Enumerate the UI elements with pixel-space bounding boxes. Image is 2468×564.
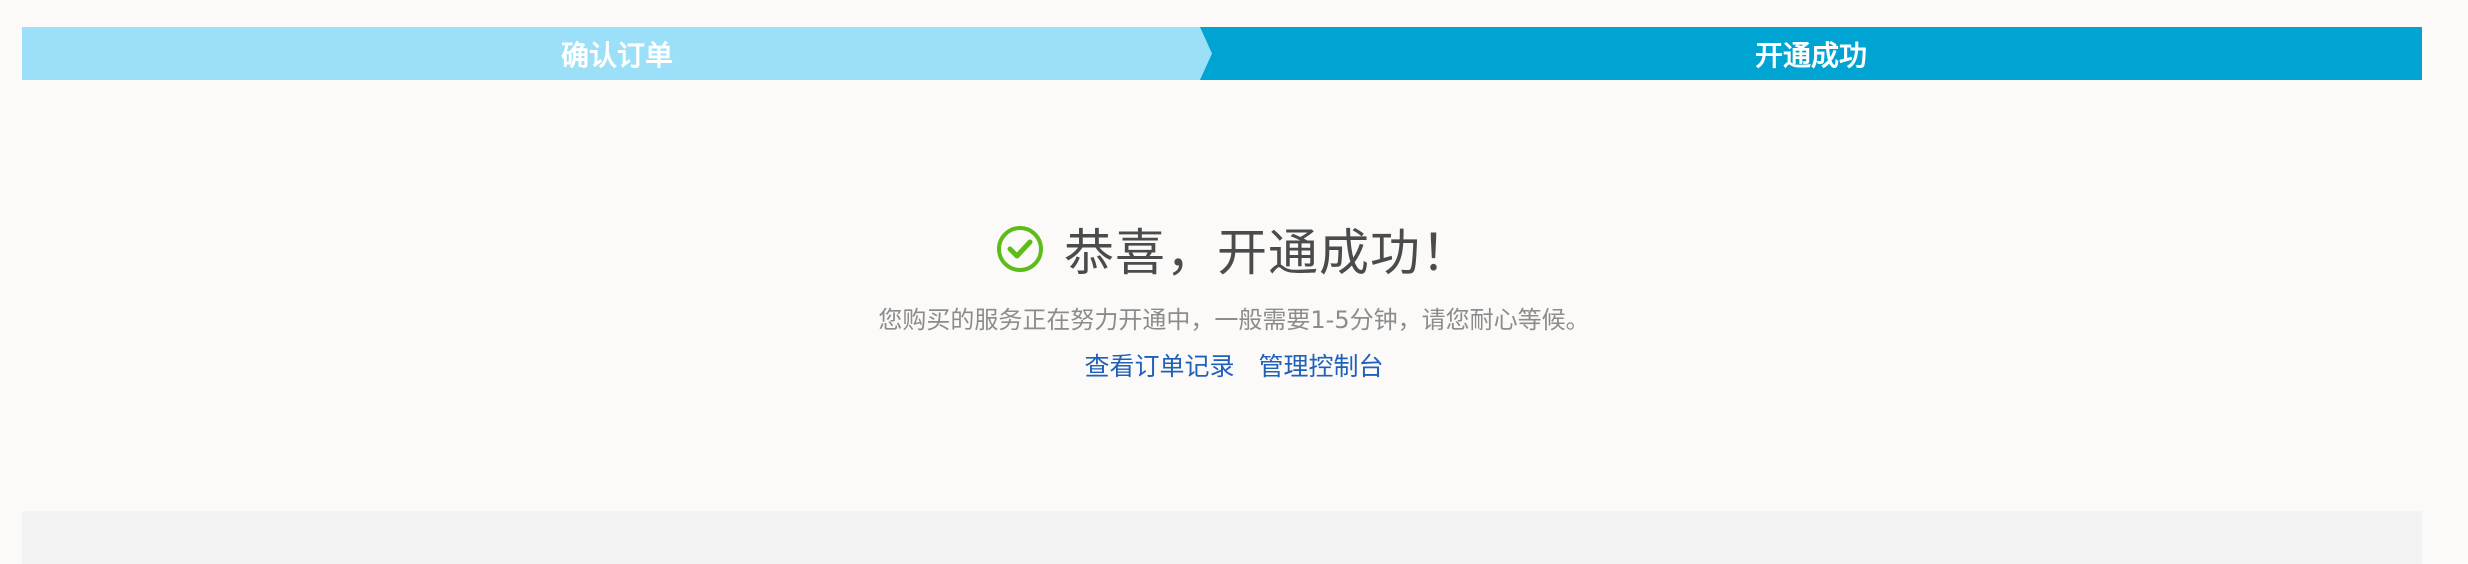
view-orders-link[interactable]: 查看订单记录 xyxy=(1085,352,1235,381)
result-title-row: 恭喜，开通成功！ xyxy=(0,210,2468,288)
check-circle-icon xyxy=(996,225,1044,273)
result-description: 您购买的服务正在努力开通中，一般需要1-5分钟，请您耐心等候。 xyxy=(878,306,1590,334)
success-result: 恭喜，开通成功！ 您购买的服务正在努力开通中，一般需要1-5分钟，请您耐心等候。… xyxy=(0,210,2468,384)
console-link[interactable]: 管理控制台 xyxy=(1258,352,1383,381)
step-label: 确认订单 xyxy=(560,38,673,72)
progress-steps: 确认订单 开通成功 xyxy=(22,27,2422,80)
step-activation-success: 开通成功 xyxy=(1200,27,2422,80)
step-confirm-order: 确认订单 xyxy=(22,27,1212,80)
footer-panel xyxy=(22,511,2422,564)
result-links: 查看订单记录 管理控制台 xyxy=(0,350,2468,384)
result-title: 恭喜，开通成功！ xyxy=(1064,224,1472,282)
step-label: 开通成功 xyxy=(1754,38,1867,72)
